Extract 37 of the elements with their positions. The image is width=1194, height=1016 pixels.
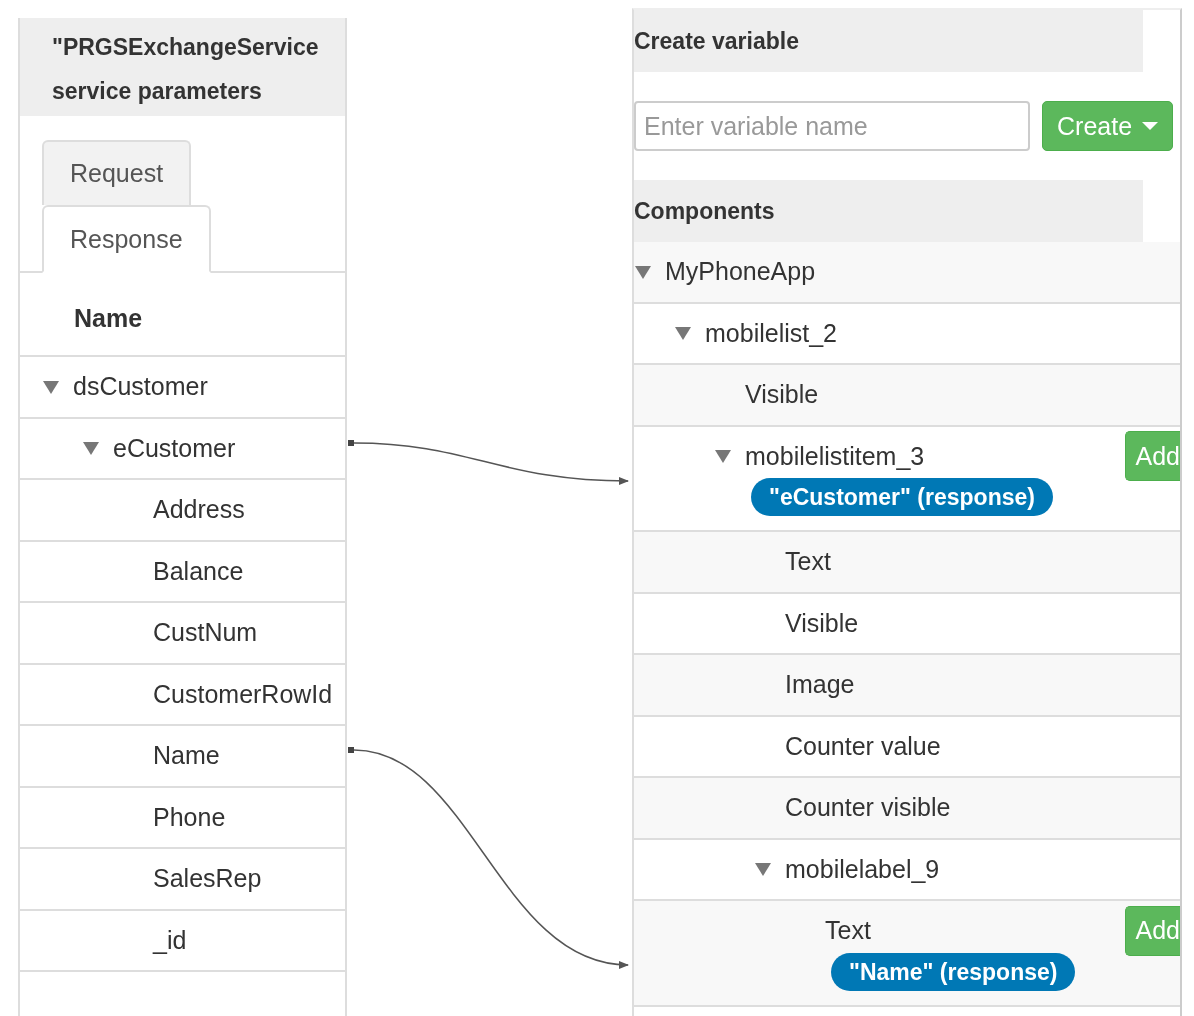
- collapse-triangle-icon[interactable]: [714, 448, 732, 465]
- variable-name-field[interactable]: Enter variable name: [634, 101, 1030, 151]
- tree-node-label[interactable]: Counter visible: [785, 793, 951, 823]
- tree-node-label[interactable]: Balance: [153, 556, 244, 586]
- tree-node-label[interactable]: Name: [153, 741, 220, 771]
- tree-node-label[interactable]: Address: [153, 495, 245, 525]
- tree-node-label[interactable]: CustNum: [153, 618, 258, 648]
- tree-node-label[interactable]: Phone: [153, 802, 226, 832]
- tree-node-label[interactable]: Counter value: [785, 731, 941, 761]
- collapse-triangle-icon[interactable]: [754, 861, 772, 878]
- tree-node-label[interactable]: eCustomer: [113, 433, 236, 463]
- binding-badge: "Name" (response): [831, 952, 1076, 991]
- tree-node-label[interactable]: Visible: [745, 380, 819, 410]
- tab[interactable]: Request: [42, 140, 192, 205]
- tree-node-label[interactable]: Text: [785, 547, 831, 577]
- section-header: Components: [634, 180, 1143, 242]
- tree-node-label[interactable]: Visible: [785, 608, 859, 638]
- caret-icon: [1142, 122, 1159, 130]
- collapse-triangle-icon[interactable]: [674, 325, 692, 342]
- tree-node-label[interactable]: mobilelistitem_3: [745, 441, 925, 471]
- collapse-triangle-icon[interactable]: [634, 263, 652, 280]
- tree-node-label[interactable]: mobilelist_2: [705, 318, 837, 348]
- binding-badge: "eCustomer" (response): [751, 478, 1053, 516]
- section-header: Create variable: [634, 10, 1143, 72]
- tree-node-label[interactable]: Image: [785, 670, 855, 700]
- panel-title: "PRGSExchangeService: [52, 33, 320, 62]
- collapse-triangle-icon[interactable]: [82, 440, 100, 457]
- tree-node-label[interactable]: CustomerRowId: [153, 679, 333, 709]
- panel-title: service parameters: [52, 77, 263, 106]
- tree-node-label[interactable]: mobilelabel_9: [785, 854, 940, 884]
- collapse-triangle-icon[interactable]: [42, 378, 60, 395]
- tree-node-label[interactable]: MyPhoneApp: [665, 257, 816, 287]
- tree-node-label[interactable]: _id: [153, 925, 187, 955]
- tree-node-label[interactable]: SalesRep: [153, 864, 262, 894]
- tab[interactable]: Response: [42, 205, 211, 273]
- tree-node-label[interactable]: Text: [825, 916, 871, 946]
- tree-node-label[interactable]: dsCustomer: [73, 372, 208, 402]
